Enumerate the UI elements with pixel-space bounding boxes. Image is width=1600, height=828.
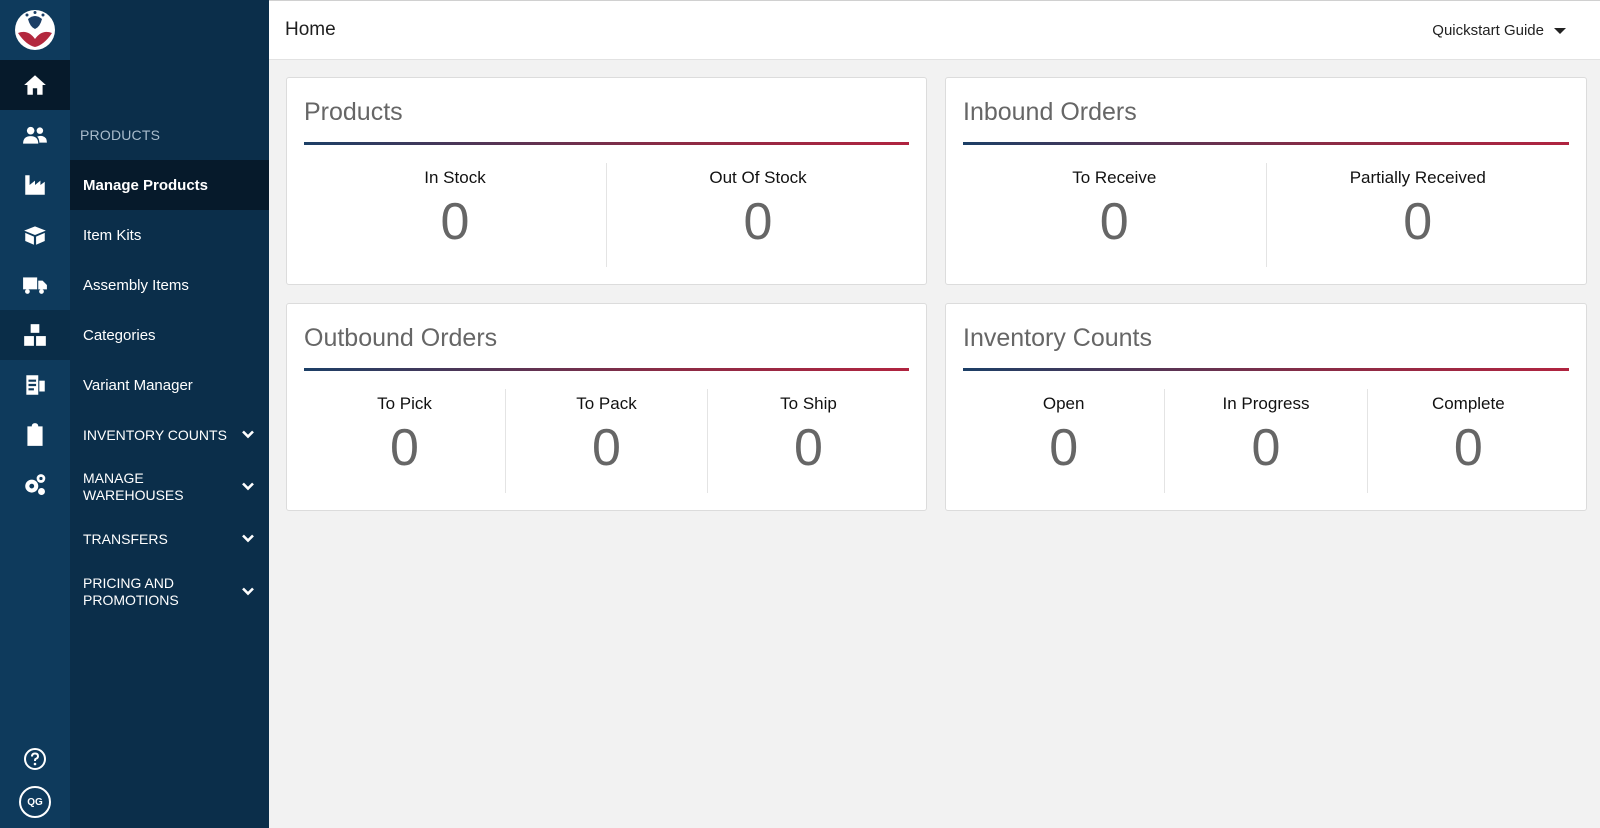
stat-label: In Progress [1222, 394, 1310, 413]
chevron-down-icon [241, 584, 255, 601]
card-title: Inbound Orders [963, 98, 1137, 126]
card-divider [963, 142, 1569, 145]
stat-in-progress[interactable]: In Progress 0 [1165, 389, 1368, 493]
quickstart-guide-dropdown[interactable]: Quickstart Guide [1432, 22, 1566, 39]
products-card: Products In Stock 0 Out Of Stock 0 [286, 77, 927, 285]
stat-value: 0 [743, 193, 773, 251]
card-divider [304, 368, 909, 371]
stat-open[interactable]: Open 0 [963, 389, 1166, 493]
subnav-group-transfers[interactable]: TRANSFERS [70, 514, 269, 565]
card-divider [304, 142, 909, 145]
subnav-item-categories[interactable]: Categories [70, 310, 269, 360]
stat-label: In Stock [424, 168, 486, 187]
factory-icon[interactable] [0, 160, 70, 210]
stat-value: 0 [592, 419, 621, 477]
stat-value: 0 [440, 193, 470, 251]
stat-label: Out Of Stock [709, 168, 807, 187]
subnav-item-assembly-items[interactable]: Assembly Items [70, 260, 269, 310]
stat-to-ship[interactable]: To Ship 0 [708, 389, 909, 493]
stat-to-pack[interactable]: To Pack 0 [506, 389, 708, 493]
group-label: INVENTORY COUNTS [83, 426, 227, 443]
inventory-counts-card: Inventory Counts Open 0 In Progress 0 Co… [945, 303, 1587, 511]
subnav-item-item-kits[interactable]: Item Kits [70, 210, 269, 260]
subnav-group-pricing-and-promotions[interactable]: PRICING AND PROMOTIONS [70, 565, 269, 619]
clipboard-icon[interactable] [0, 410, 70, 460]
stat-to-receive[interactable]: To Receive 0 [963, 163, 1267, 267]
users-icon[interactable] [0, 110, 70, 160]
delivery-truck-icon[interactable] [0, 260, 70, 310]
chevron-down-icon [241, 531, 255, 548]
eagle-logo-icon [15, 10, 55, 50]
stat-label: To Pack [576, 394, 637, 413]
stat-value: 0 [1251, 419, 1281, 477]
subnav-group-manage-warehouses[interactable]: MANAGE WAREHOUSES [70, 460, 269, 514]
group-label: MANAGE WAREHOUSES [83, 470, 184, 503]
home-icon[interactable] [0, 60, 70, 110]
stat-value: 0 [1403, 193, 1433, 251]
caret-down-icon [1554, 27, 1566, 34]
stat-in-stock[interactable]: In Stock 0 [304, 163, 607, 267]
open-box-icon[interactable] [0, 210, 70, 260]
question-circle-icon [24, 748, 46, 770]
stat-label: To Ship [780, 394, 837, 413]
user-avatar[interactable]: QG [19, 786, 51, 818]
top-bar: Home Quickstart Guide [269, 0, 1600, 60]
outbound-orders-card: Outbound Orders To Pick 0 To Pack 0 To S… [286, 303, 927, 511]
stat-label: Partially Received [1349, 168, 1486, 187]
gears-icon[interactable] [0, 460, 70, 510]
chevron-down-icon [241, 479, 255, 496]
products-subnav: PRODUCTS Manage Products Item Kits Assem… [70, 0, 269, 828]
stat-value: 0 [1453, 419, 1483, 477]
card-title: Products [304, 98, 403, 126]
quickstart-guide-label: Quickstart Guide [1432, 22, 1544, 39]
subnav-section-label: PRODUCTS [80, 127, 161, 143]
stat-value: 0 [794, 419, 823, 477]
stat-label: Complete [1431, 394, 1505, 413]
help-button[interactable] [0, 732, 70, 786]
subnav-item-manage-products[interactable]: Manage Products [70, 160, 269, 210]
group-label: TRANSFERS [83, 531, 168, 547]
stat-value: 0 [390, 419, 419, 477]
eagle-logo[interactable] [0, 0, 70, 60]
card-title: Inventory Counts [963, 324, 1152, 352]
subnav-item-variant-manager[interactable]: Variant Manager [70, 360, 269, 410]
chevron-down-icon [241, 427, 255, 444]
subnav-group-inventory-counts[interactable]: INVENTORY COUNTS [70, 410, 269, 460]
stat-value: 0 [1049, 419, 1079, 477]
card-title: Outbound Orders [304, 324, 498, 352]
card-divider [963, 368, 1569, 371]
stat-partially-received[interactable]: Partially Received 0 [1267, 163, 1570, 267]
stat-label: To Pick [377, 394, 432, 413]
stat-label: To Receive [1072, 168, 1157, 187]
stat-to-pick[interactable]: To Pick 0 [304, 389, 506, 493]
stat-label: Open [1042, 394, 1085, 413]
inbound-orders-card: Inbound Orders To Receive 0 Partially Re… [945, 77, 1587, 285]
boxes-icon[interactable] [0, 310, 70, 360]
icon-rail: QG [0, 0, 70, 828]
clipboard-list-icon[interactable] [0, 360, 70, 410]
stat-value: 0 [1099, 193, 1129, 251]
stat-out-of-stock[interactable]: Out Of Stock 0 [607, 163, 909, 267]
page-title: Home [285, 19, 336, 40]
group-label: PRICING AND PROMOTIONS [83, 575, 179, 608]
stat-complete[interactable]: Complete 0 [1368, 389, 1569, 493]
